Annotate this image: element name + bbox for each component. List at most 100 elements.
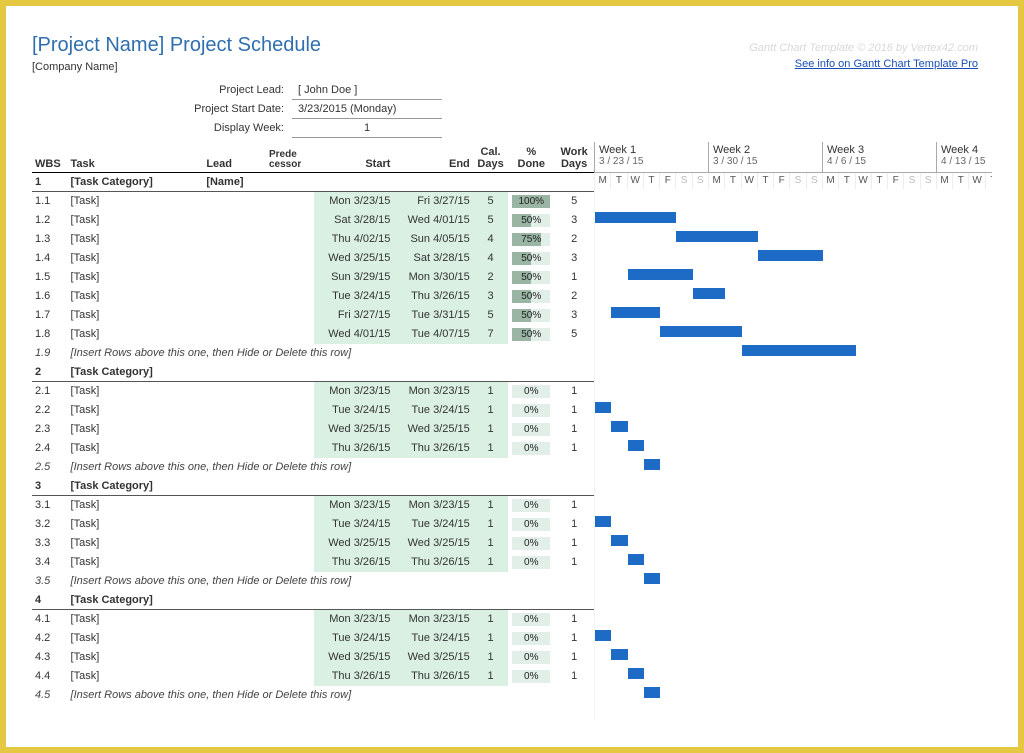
cell-pct-done: 50% bbox=[508, 325, 554, 344]
cell-pred bbox=[266, 230, 314, 249]
cell-wbs: 3.1 bbox=[32, 496, 68, 515]
cell-end: Wed 3/25/15 bbox=[393, 534, 472, 553]
table-row[interactable]: 1.5[Task]Sun 3/29/15Mon 3/30/15250%1 bbox=[32, 268, 594, 287]
cell-end: Tue 4/07/15 bbox=[393, 325, 472, 344]
gantt-bar[interactable] bbox=[644, 573, 660, 584]
week-header-cell: Week 13 / 23 / 15 bbox=[594, 142, 708, 172]
cell-task: [Task] bbox=[68, 401, 204, 420]
table-row[interactable]: 1.3[Task]Thu 4/02/15Sun 4/05/15475%2 bbox=[32, 230, 594, 249]
cell-cal-days: 5 bbox=[473, 192, 509, 211]
gantt-row bbox=[594, 208, 992, 227]
table-row[interactable]: 1[Task Category][Name] bbox=[32, 173, 594, 192]
cell-lead bbox=[203, 534, 266, 553]
cell-start: Thu 3/26/15 bbox=[314, 667, 393, 686]
cell-start: Tue 3/24/15 bbox=[314, 629, 393, 648]
table-row[interactable]: 3[Task Category] bbox=[32, 477, 594, 496]
gantt-bar[interactable] bbox=[644, 459, 660, 470]
gantt-bar[interactable] bbox=[660, 326, 741, 337]
table-row[interactable]: 4.2[Task]Tue 3/24/15Tue 3/24/1510%1 bbox=[32, 629, 594, 648]
project-lead-value[interactable]: [ John Doe ] bbox=[292, 81, 442, 100]
week-title: Week 4 bbox=[941, 144, 992, 156]
cell-cal-days: 1 bbox=[473, 534, 509, 553]
cell-start: Wed 3/25/15 bbox=[314, 648, 393, 667]
gantt-bar[interactable] bbox=[595, 516, 611, 527]
table-row[interactable]: 3.5[Insert Rows above this one, then Hid… bbox=[32, 572, 594, 591]
table-row[interactable]: 3.2[Task]Tue 3/24/15Tue 3/24/1510%1 bbox=[32, 515, 594, 534]
gantt-bar[interactable] bbox=[628, 440, 644, 451]
cell-pct-done: 0% bbox=[508, 401, 554, 420]
cell-cal-days: 1 bbox=[473, 629, 509, 648]
table-row[interactable]: 1.4[Task]Wed 3/25/15Sat 3/28/15450%3 bbox=[32, 249, 594, 268]
gantt-bar[interactable] bbox=[628, 668, 644, 679]
table-row[interactable]: 1.1[Task]Mon 3/23/15Fri 3/27/155100%5 bbox=[32, 192, 594, 211]
gantt-bar[interactable] bbox=[676, 231, 757, 242]
day-header-cell: T bbox=[643, 173, 659, 189]
table-row[interactable]: 2.2[Task]Tue 3/24/15Tue 3/24/1510%1 bbox=[32, 401, 594, 420]
cell-cal-days: 1 bbox=[473, 648, 509, 667]
day-header-cell: W bbox=[855, 173, 871, 189]
day-header-cell: T bbox=[610, 173, 626, 189]
table-row[interactable]: 4[Task Category] bbox=[32, 591, 594, 610]
gantt-bar[interactable] bbox=[758, 250, 823, 261]
gantt-bar[interactable] bbox=[595, 630, 611, 641]
cell-work-days: 2 bbox=[554, 287, 594, 306]
cell-end: Tue 3/24/15 bbox=[393, 629, 472, 648]
cell-lead bbox=[203, 249, 266, 268]
cell-wbs: 1.1 bbox=[32, 192, 68, 211]
gantt-bar[interactable] bbox=[628, 554, 644, 565]
cell-lead bbox=[203, 382, 266, 401]
table-row[interactable]: 4.3[Task]Wed 3/25/15Wed 3/25/1510%1 bbox=[32, 648, 594, 667]
day-header-cell: T bbox=[985, 173, 992, 189]
template-pro-link[interactable]: See info on Gantt Chart Template Pro bbox=[795, 58, 978, 70]
week-date: 4 / 6 / 15 bbox=[827, 156, 932, 167]
gantt-bar[interactable] bbox=[611, 535, 627, 546]
day-header: MTWTFSSMTWTFSSMTWTFSSMTWTFSS bbox=[594, 173, 992, 189]
project-start-value[interactable]: 3/23/2015 (Monday) bbox=[292, 100, 442, 119]
table-row[interactable]: 2.1[Task]Mon 3/23/15Mon 3/23/1510%1 bbox=[32, 382, 594, 401]
cell-wbs: 4 bbox=[32, 591, 68, 610]
cell-task: [Task] bbox=[68, 325, 204, 344]
gantt-bar[interactable] bbox=[611, 649, 627, 660]
day-header-cell: M bbox=[936, 173, 952, 189]
table-row[interactable]: 3.3[Task]Wed 3/25/15Wed 3/25/1510%1 bbox=[32, 534, 594, 553]
gantt-pane: Week 13 / 23 / 15Week 23 / 30 / 15Week 3… bbox=[594, 142, 992, 721]
cell-work-days: 1 bbox=[554, 496, 594, 515]
table-row[interactable]: 4.1[Task]Mon 3/23/15Mon 3/23/1510%1 bbox=[32, 610, 594, 629]
table-row[interactable]: 1.2[Task]Sat 3/28/15Wed 4/01/15550%3 bbox=[32, 211, 594, 230]
cell-wbs: 1.7 bbox=[32, 306, 68, 325]
cell-pred bbox=[266, 439, 314, 458]
cell-pct-done: 50% bbox=[508, 306, 554, 325]
display-week-value[interactable]: 1 bbox=[292, 119, 442, 138]
table-row[interactable]: 2.3[Task]Wed 3/25/15Wed 3/25/1510%1 bbox=[32, 420, 594, 439]
table-row[interactable]: 1.9[Insert Rows above this one, then Hid… bbox=[32, 344, 594, 363]
table-row[interactable]: 1.7[Task]Fri 3/27/15Tue 3/31/15550%3 bbox=[32, 306, 594, 325]
table-row[interactable]: 2[Task Category] bbox=[32, 363, 594, 382]
gantt-bar[interactable] bbox=[611, 307, 660, 318]
cell-start: Tue 3/24/15 bbox=[314, 287, 393, 306]
gantt-bar[interactable] bbox=[742, 345, 856, 356]
cell-wbs: 3.4 bbox=[32, 553, 68, 572]
gantt-bar[interactable] bbox=[611, 421, 627, 432]
table-row[interactable]: 1.8[Task]Wed 4/01/15Tue 4/07/15750%5 bbox=[32, 325, 594, 344]
table-row[interactable]: 4.5[Insert Rows above this one, then Hid… bbox=[32, 686, 594, 705]
gantt-bar[interactable] bbox=[595, 212, 676, 223]
cell-task: [Task] bbox=[68, 268, 204, 287]
table-row[interactable]: 2.5[Insert Rows above this one, then Hid… bbox=[32, 458, 594, 477]
table-row[interactable]: 4.4[Task]Thu 3/26/15Thu 3/26/1510%1 bbox=[32, 667, 594, 686]
cell-wbs: 2 bbox=[32, 363, 68, 382]
table-row[interactable]: 1.6[Task]Tue 3/24/15Thu 3/26/15350%2 bbox=[32, 287, 594, 306]
gantt-bar[interactable] bbox=[644, 687, 660, 698]
cell-end: Mon 3/23/15 bbox=[393, 382, 472, 401]
cell-pred bbox=[266, 629, 314, 648]
table-row[interactable]: 3.1[Task]Mon 3/23/15Mon 3/23/1510%1 bbox=[32, 496, 594, 515]
cell-lead bbox=[203, 401, 266, 420]
gantt-bar[interactable] bbox=[693, 288, 726, 299]
cell-wbs: 4.3 bbox=[32, 648, 68, 667]
cell-pred bbox=[266, 496, 314, 515]
day-header-cell: S bbox=[675, 173, 691, 189]
table-row[interactable]: 3.4[Task]Thu 3/26/15Thu 3/26/1510%1 bbox=[32, 553, 594, 572]
cell-pct-done: 50% bbox=[508, 287, 554, 306]
table-row[interactable]: 2.4[Task]Thu 3/26/15Thu 3/26/1510%1 bbox=[32, 439, 594, 458]
gantt-bar[interactable] bbox=[628, 269, 693, 280]
gantt-bar[interactable] bbox=[595, 402, 611, 413]
